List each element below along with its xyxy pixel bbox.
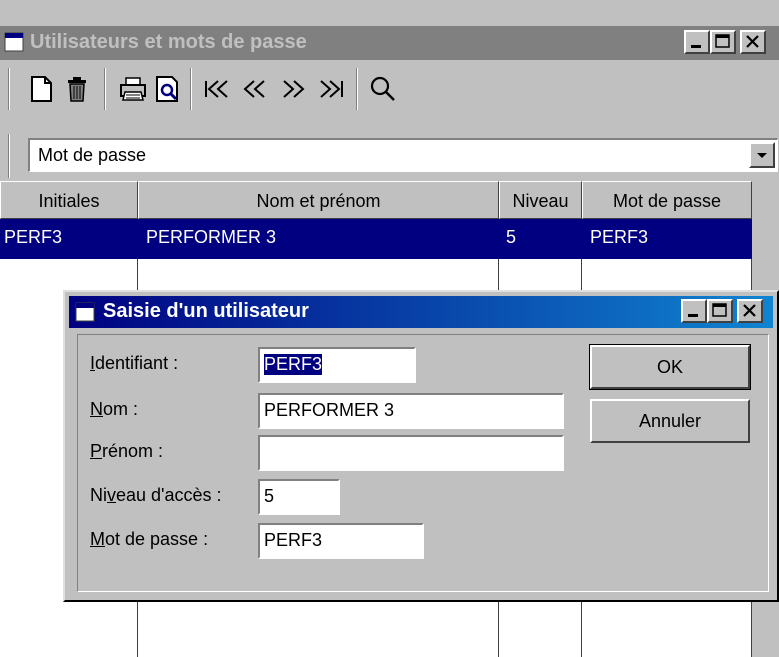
dialog-app-icon [75,302,95,322]
toolbar [0,60,779,118]
maximize-icon [712,303,727,317]
close-button[interactable] [740,30,766,54]
minimize-icon [691,45,701,48]
delete-trash-icon [68,77,86,102]
previous-record-icon [243,80,265,98]
cell-mot-de-passe: PERF3 [590,227,649,247]
first-record-icon [205,80,228,98]
delete-button[interactable] [60,72,94,106]
nom-value: PERFORMER 3 [264,400,395,420]
toolbar-separator [356,68,358,110]
print-button[interactable] [116,72,150,106]
user-entry-dialog: Saisie d'un utilisateur Identifiant : PE… [63,290,779,602]
mot-de-passe-value: PERF3 [264,530,323,550]
toolbar-separator [8,68,10,110]
cell-nom: PERFORMER 3 [146,227,277,247]
niveau-value: 5 [264,486,275,506]
dialog-close-button[interactable] [737,299,763,323]
identifiant-value: PERF3 [264,354,323,375]
cell-initiales: PERF3 [4,227,63,247]
next-record-icon [283,80,305,98]
maximize-icon [715,34,730,48]
identifiant-field[interactable]: PERF3 [258,347,416,383]
prenom-field[interactable] [258,435,564,471]
minimize-button[interactable] [684,30,710,54]
chevron-down-icon [757,153,767,158]
sort-field-select[interactable]: Mot de passe [28,138,778,172]
table-row[interactable]: PERF3 PERFORMER 3 5 PERF3 [0,219,752,259]
column-header-nom[interactable]: Nom et prénom [138,181,499,219]
window-app-icon [4,32,24,52]
search-button[interactable] [366,72,400,106]
column-header-initiales[interactable]: Initiales [0,181,138,219]
new-button[interactable] [24,72,58,106]
close-icon [743,304,756,317]
dialog-body: Identifiant : PERF3 Nom : PERFORMER 3 Pr… [77,334,769,592]
nom-label: Nom : [90,399,139,419]
cell-niveau: 5 [506,227,517,247]
new-document-icon [31,76,52,102]
last-record-button[interactable] [314,72,348,106]
toolbar-separator [104,68,106,110]
first-record-button[interactable] [200,72,234,106]
print-icon [120,77,146,101]
nom-field[interactable]: PERFORMER 3 [258,393,564,429]
dialog-title-bar[interactable]: Saisie d'un utilisateur [69,296,773,328]
toolbar-separator [190,68,192,110]
niveau-field[interactable]: 5 [258,479,340,515]
print-preview-icon [156,76,178,102]
search-icon [370,76,395,101]
column-header-mot-de-passe[interactable]: Mot de passe [582,181,752,219]
cancel-button[interactable]: Annuler [590,399,750,443]
filter-bar-separator [8,134,10,178]
dialog-title: Saisie d'un utilisateur [103,300,309,322]
dialog-minimize-button[interactable] [681,299,707,323]
window-title-bar[interactable]: Utilisateurs et mots de passe [0,26,779,60]
window-title: Utilisateurs et mots de passe [30,31,307,53]
niveau-label: Niveau d'accès : [90,485,222,505]
close-icon [746,35,759,48]
last-record-icon [320,80,343,98]
print-preview-button[interactable] [150,72,184,106]
dropdown-button[interactable] [749,142,775,168]
next-record-button[interactable] [276,72,310,106]
maximize-button[interactable] [710,30,736,54]
dialog-maximize-button[interactable] [707,299,733,323]
ok-button[interactable]: OK [589,344,751,390]
mot-de-passe-field[interactable]: PERF3 [258,523,424,559]
mot-de-passe-label: Mot de passe : [90,529,209,549]
prenom-label: Prénom : [90,441,164,461]
identifiant-label: Identifiant : [90,353,179,373]
sort-field-value: Mot de passe [38,145,147,165]
column-header-niveau[interactable]: Niveau [499,181,582,219]
minimize-icon [688,314,698,317]
previous-record-button[interactable] [238,72,272,106]
